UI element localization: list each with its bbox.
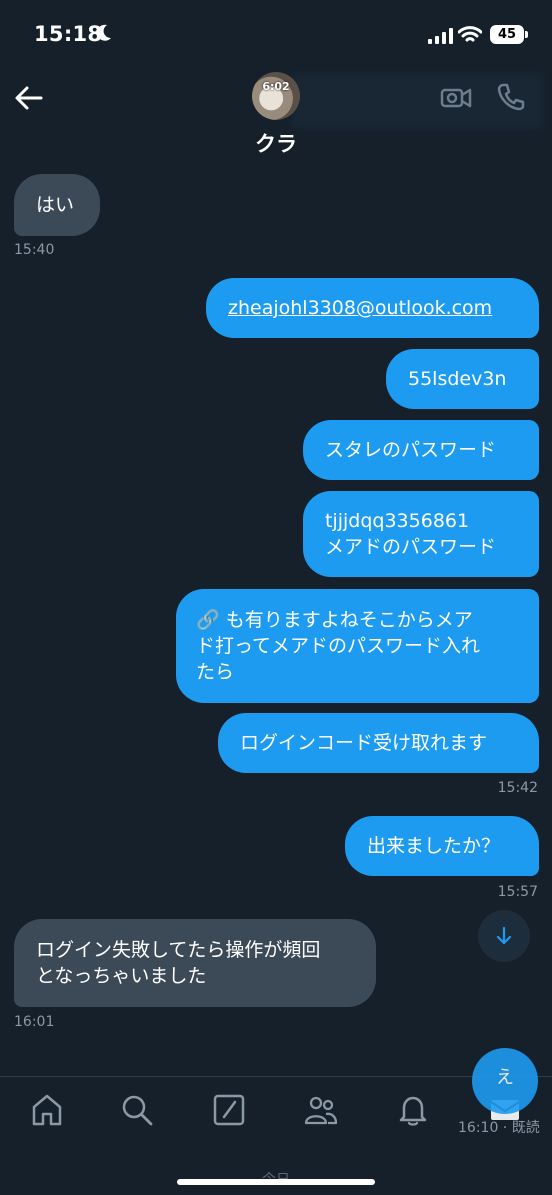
avatar[interactable]: 6:02: [252, 72, 300, 120]
message-text-line: となっちゃいました: [36, 965, 207, 987]
message-timestamp: 16:01: [14, 1014, 55, 1030]
contact-name[interactable]: クラ: [0, 128, 552, 158]
message-text: 55lsdev3n: [408, 368, 507, 390]
back-button[interactable]: [14, 84, 44, 112]
message-received[interactable]: はい: [14, 174, 100, 236]
message-sent[interactable]: 55lsdev3n: [386, 349, 539, 409]
status-bar: 15:18 45: [0, 0, 552, 70]
read-receipt-label: 既読: [511, 1120, 540, 1136]
phone-icon[interactable]: [496, 82, 526, 112]
footer-timestamp: 16:10: [458, 1120, 499, 1136]
message-text-line: メアドのパスワード: [325, 536, 497, 558]
battery-tip: [525, 31, 528, 38]
message-text-line: ド打ってメアドのパスワード入れ: [196, 635, 481, 657]
bell-icon[interactable]: [396, 1093, 430, 1127]
moon-icon: [96, 24, 111, 41]
message-timestamp: 15:42: [497, 780, 538, 796]
home-icon[interactable]: [30, 1093, 64, 1127]
message-sent[interactable]: スタレのパスワード: [303, 420, 539, 480]
message-text-line: tjjjdqq3356861: [325, 510, 470, 532]
scroll-to-bottom-button[interactable]: [478, 910, 530, 962]
message-text: スタレのパスワード: [325, 439, 497, 461]
avatar-overlay-text: 6:02: [262, 80, 290, 93]
message-sent[interactable]: ログインコード受け取れます: [218, 713, 539, 773]
message-sent[interactable]: 🔗 も有りますよねそこからメア ド打ってメアドのパスワード入れ たら: [176, 589, 539, 703]
home-indicator: [177, 1179, 375, 1185]
message-text-line: たら: [196, 661, 235, 683]
new-message-fab[interactable]: え: [472, 1048, 538, 1114]
search-icon[interactable]: [120, 1093, 154, 1127]
email-link[interactable]: zheajohl3308@outlook.com: [228, 295, 492, 321]
message-text: ログインコード受け取れます: [240, 732, 488, 754]
arrow-down-icon: [496, 926, 512, 945]
message-timestamp: 15:40: [14, 242, 55, 258]
status-time: 15:18: [34, 22, 103, 46]
compose-icon[interactable]: [212, 1093, 246, 1127]
message-received[interactable]: ログイン失敗してたら操作が頻回 となっちゃいました: [14, 919, 376, 1007]
message-text-line: ログイン失敗してたら操作が頻回: [36, 939, 321, 961]
communities-icon[interactable]: [304, 1093, 338, 1127]
message-text-line: 🔗 も有りますよねそこからメア: [196, 609, 473, 631]
message-timestamp: 15:57: [497, 884, 538, 900]
message-sent[interactable]: zheajohl3308@outlook.com: [206, 278, 539, 338]
wifi-icon: [458, 26, 482, 42]
bottom-navigation: 16:10 · 既読 今日: [0, 1076, 552, 1195]
message-sent[interactable]: tjjjdqq3356861 メアドのパスワード: [303, 491, 539, 577]
battery-indicator: 45: [490, 25, 524, 44]
message-text: はい: [36, 194, 75, 216]
video-camera-icon[interactable]: [440, 84, 472, 112]
message-sent[interactable]: 出来ましたか？: [345, 816, 539, 876]
signal-icon: [428, 28, 453, 44]
message-text: 出来ましたか？: [367, 835, 501, 857]
